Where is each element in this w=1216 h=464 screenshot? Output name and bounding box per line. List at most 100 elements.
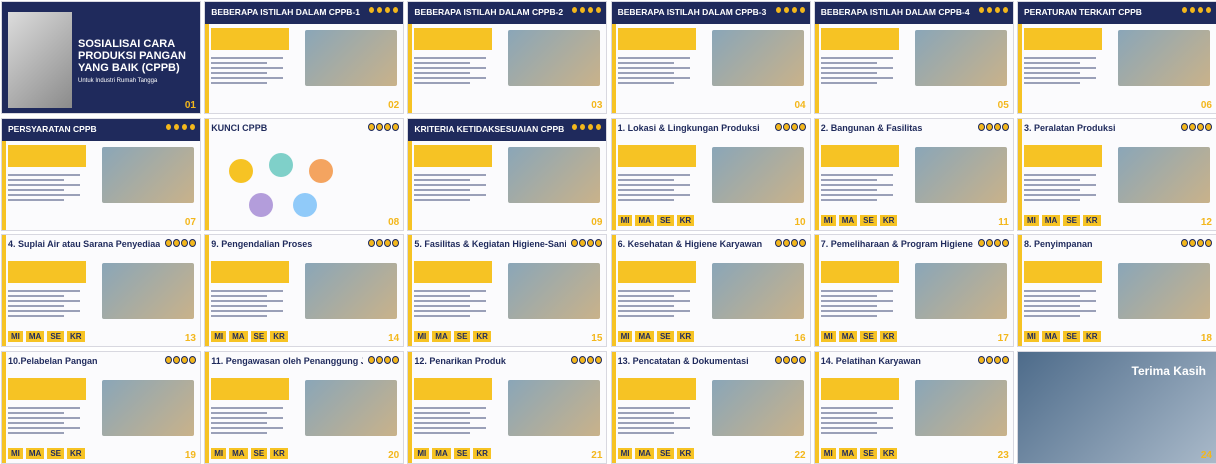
slide-15[interactable]: 5. Fasilitas & Kegiatan Higiene-Sanitasi… [407, 234, 608, 347]
highlight-box [1024, 144, 1102, 167]
slide-22[interactable]: 13. Pencatatan & Dokumentasi MI MA SE KR 22 [610, 350, 811, 464]
slide-number: 04 [794, 100, 806, 111]
thanks-title: Terima Kasih [1131, 363, 1206, 378]
slide-grid: SOSIALISAI CARA PRODUKSI PANGAN YANG BAI… [0, 0, 1216, 464]
highlight-box [820, 28, 899, 50]
slide-header: 11. Pengawasan oleh Penanggung Jawab [205, 352, 403, 374]
slide-photo [1118, 146, 1210, 203]
slide-03[interactable]: BEBERAPA ISTILAH DALAM CPPB-2 03 [407, 1, 608, 114]
slide-02[interactable]: BEBERAPA ISTILAH DALAM CPPB-1 02 [204, 1, 405, 114]
slide-header: 9. Pengendalian Proses [205, 235, 403, 257]
audit-code: KR [473, 447, 491, 459]
audit-codes: MI MA SE KR [820, 214, 898, 226]
slide-10[interactable]: 1. Lokasi & Lingkungan Produksi MI MA SE KR 1… [610, 117, 811, 231]
slide-08[interactable]: KUNCI CPPB 08 [204, 117, 405, 231]
audit-code: MI [8, 447, 23, 459]
slide-17[interactable]: 7. Pemeliharaan & Program Higiene-Sanita… [813, 234, 1014, 347]
audit-code: MI [414, 331, 430, 342]
bullet-lines [1024, 171, 1104, 204]
slide-photo [711, 30, 804, 86]
slide-header: BEBERAPA ISTILAH DALAM CPPB-3 [611, 2, 810, 24]
audit-code: MI [211, 447, 227, 459]
slide-header: 2. Bangunan & Fasilitas [815, 119, 1013, 141]
slide-title: 10.Pelabelan Pangan [8, 355, 98, 366]
slide-number: 10 [794, 216, 806, 228]
slide-23[interactable]: 14. Pelatihan Karyawan MI MA SE KR 23 [813, 350, 1014, 464]
highlight-box [8, 377, 86, 400]
bullet-lines [617, 171, 698, 204]
slide-05[interactable]: BEBERAPA ISTILAH DALAM CPPB-4 05 [813, 1, 1014, 114]
slide-header: BEBERAPA ISTILAH DALAM CPPB-4 [814, 2, 1013, 24]
audit-codes: MI MA SE KR [617, 447, 695, 459]
logo-group [774, 6, 807, 16]
audit-code: SE [250, 447, 268, 459]
audit-code: SE [656, 447, 674, 459]
logo-group [774, 122, 807, 133]
slide-title: 8. Penyimpanan [1024, 239, 1093, 249]
slide-title: 12. Penarikan Produk [414, 355, 506, 366]
slide-18[interactable]: 8. Penyimpanan MI MA SE KR 18 [1017, 234, 1216, 347]
logo-group [368, 239, 400, 249]
bullet-lines [1024, 287, 1104, 320]
audit-code: KR [473, 331, 491, 342]
audit-code: MI [8, 331, 23, 342]
slide-number: 06 [1200, 100, 1212, 111]
slide-21[interactable]: 12. Penarikan Produk MI MA SE KR 21 [407, 350, 608, 464]
highlight-box [8, 144, 86, 167]
slide-header: BEBERAPA ISTILAH DALAM CPPB-1 [205, 2, 404, 24]
slide-title: BEBERAPA ISTILAH DALAM CPPB-1 [211, 7, 360, 17]
audit-code: MA [838, 214, 858, 226]
highlight-box [617, 377, 696, 400]
highlight-box [414, 28, 493, 50]
slide-photo [102, 146, 194, 203]
slide-photo [914, 379, 1007, 436]
slide-number: 02 [388, 100, 400, 111]
slide-header: 6. Kesehatan & Higiene Karyawan [612, 235, 810, 257]
audit-code: MA [25, 447, 45, 459]
slide-title: PERATURAN TERKAIT CPPB [1024, 7, 1142, 17]
audit-codes: MI MA SE KR [617, 214, 695, 226]
slide-09[interactable]: KRITERIA KETIDAKSESUAIAN CPPB 09 [407, 117, 608, 231]
logo-group [977, 6, 1010, 16]
slide-07[interactable]: PERSYARATAN CPPB 07 [1, 117, 201, 231]
audit-code: MI [820, 214, 836, 226]
slide-number: 13 [184, 333, 196, 344]
audit-code: SE [860, 331, 877, 342]
slide-header: KRITERIA KETIDAKSESUAIAN CPPB [408, 118, 607, 141]
slide-20[interactable]: 11. Pengawasan oleh Penanggung Jawab MIMA… [204, 350, 405, 464]
audit-code: MA [25, 331, 45, 342]
slide-04[interactable]: BEBERAPA ISTILAH DALAM CPPB-3 04 [610, 1, 811, 114]
slide-13[interactable]: 4. Suplai Air atau Sarana Penyediaan Air… [1, 234, 201, 347]
slide-header: KUNCI CPPB [205, 119, 403, 141]
slide-11[interactable]: 2. Bangunan & Fasilitas MI MA SE KR 11 [813, 117, 1014, 231]
slide-06[interactable]: PERATURAN TERKAIT CPPB 06 [1017, 1, 1216, 114]
slide-photo [508, 379, 601, 436]
slide-24[interactable]: Terima Kasih 24 [1017, 350, 1216, 464]
slide-19[interactable]: 10.Pelabelan Pangan MI MA SE KR 19 [1, 350, 201, 464]
audit-code: MI [1024, 214, 1039, 226]
slide-16[interactable]: 6. Kesehatan & Higiene Karyawan MI MA SE KR 1… [610, 234, 811, 347]
bullet-lines [820, 171, 901, 204]
highlight-box [617, 261, 696, 283]
slide-number: 12 [1200, 216, 1212, 228]
slide-header: BEBERAPA ISTILAH DALAM CPPB-2 [408, 2, 607, 24]
highlight-box [414, 144, 493, 167]
audit-code: SE [453, 331, 471, 342]
slide-01[interactable]: SOSIALISAI CARA PRODUKSI PANGAN YANG BAI… [1, 1, 201, 114]
audit-code: MI [1024, 331, 1039, 342]
highlight-box [820, 261, 899, 283]
slide-12[interactable]: 3. Peralatan Produksi MI MA SE KR 12 [1017, 117, 1216, 231]
audit-code: MA [1041, 331, 1061, 342]
slide-14[interactable]: 9. Pengendalian Proses MI MA SE KR 14 [204, 234, 405, 347]
audit-code: SE [1063, 214, 1081, 226]
bullet-lines [414, 404, 494, 437]
highlight-box [414, 377, 493, 400]
audit-codes: MI MA SE KR [414, 447, 491, 459]
slide-photo [914, 146, 1007, 203]
audit-code: SE [860, 214, 877, 226]
audit-code: SE [656, 214, 674, 226]
audit-codes: MI MA SE KR [211, 331, 288, 342]
slide-header: 8. Penyimpanan [1018, 235, 1216, 257]
slide-photo [1118, 263, 1210, 319]
logo-group [1181, 122, 1213, 133]
